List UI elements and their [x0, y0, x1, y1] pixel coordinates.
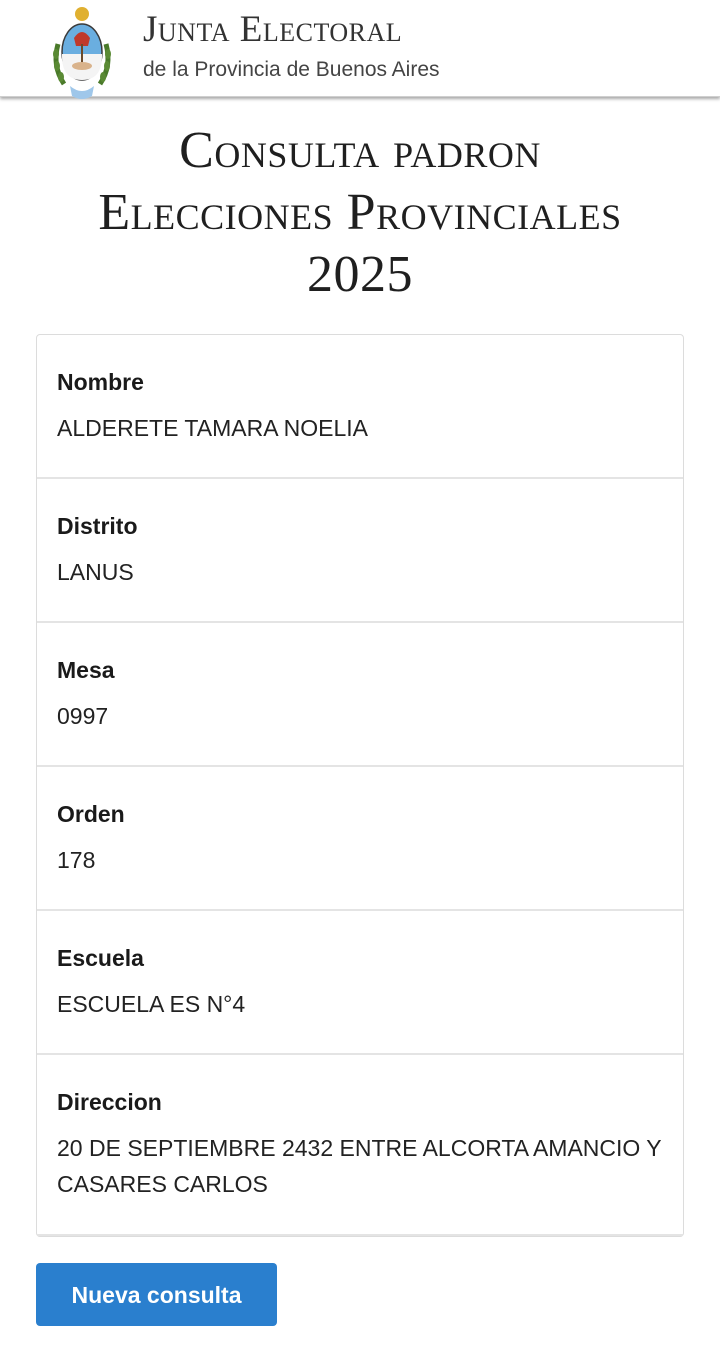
field-row-direccion: Direccion 20 DE SEPTIEMBRE 2432 ENTRE AL… [37, 1055, 683, 1236]
field-value: ESCUELA ES N°4 [57, 991, 246, 1017]
coat-of-arms-icon [53, 7, 111, 99]
new-query-button[interactable]: Nueva consulta [36, 1263, 277, 1326]
field-label: Direccion [57, 1089, 162, 1115]
field-row-nombre: Nombre ALDERETE TAMARA NOELIA [37, 335, 683, 479]
field-label: Orden [57, 801, 125, 827]
field-value: ALDERETE TAMARA NOELIA [57, 415, 369, 441]
page-title: Consulta padron Elecciones Provinciales … [0, 120, 720, 306]
site-header: Junta Electoral de la Provincia de Bueno… [0, 0, 720, 99]
field-row-escuela: Escuela ESCUELA ES N°4 [37, 911, 683, 1055]
field-label: Mesa [57, 657, 115, 683]
field-row-distrito: Distrito LANUS [37, 479, 683, 623]
field-label: Escuela [57, 945, 144, 971]
field-row-mesa: Mesa 0997 [37, 623, 683, 767]
page-title-line-3: 2025 [307, 246, 413, 303]
page-title-line-1: Consulta padron [179, 122, 541, 179]
field-value: LANUS [57, 559, 134, 585]
field-row-orden: Orden 178 [37, 767, 683, 911]
field-value: 0997 [57, 703, 109, 729]
field-label: Nombre [57, 369, 144, 395]
field-value: 178 [57, 847, 96, 873]
field-value: 20 DE SEPTIEMBRE 2432 ENTRE ALCORTA AMAN… [57, 1135, 662, 1197]
brand-title: Junta Electoral [143, 9, 403, 50]
field-label: Distrito [57, 513, 138, 539]
voter-info-card: Nombre ALDERETE TAMARA NOELIA Distrito L… [36, 334, 684, 1237]
brand-subtitle: de la Provincia de Buenos Aires [143, 58, 440, 81]
page-title-line-2: Elecciones Provinciales [98, 184, 622, 241]
